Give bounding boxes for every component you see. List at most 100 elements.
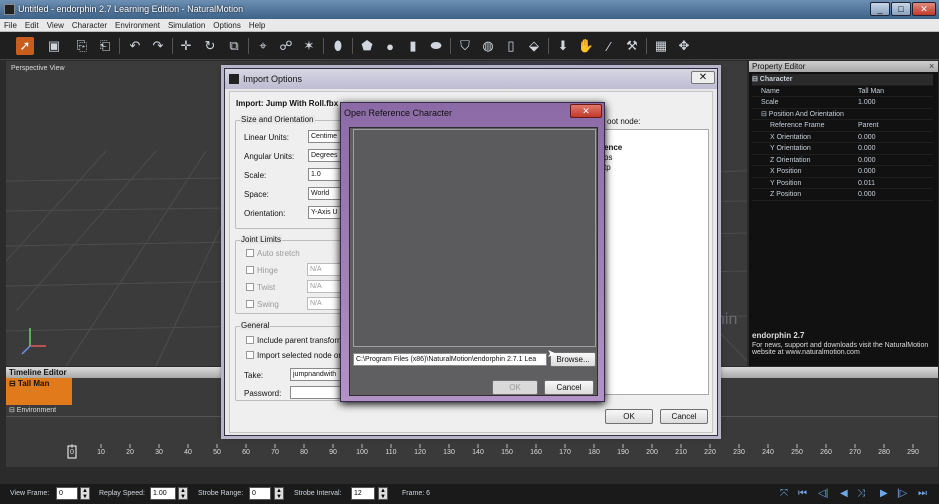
import-icon[interactable]: ⎘ xyxy=(73,37,91,55)
menu-view[interactable]: View xyxy=(43,19,68,32)
path-input[interactable]: C:\Program Files (x86)\NaturalMotion\end… xyxy=(353,353,547,366)
property-value[interactable]: 0.000 xyxy=(858,166,876,178)
property-row[interactable]: Name Tall Man xyxy=(752,86,933,98)
property-row[interactable]: Y Orientation 0.000 xyxy=(752,143,933,155)
globe-icon[interactable]: ◍ xyxy=(479,37,497,55)
property-row[interactable]: X Orientation 0.000 xyxy=(752,132,933,144)
step-forward-icon[interactable]: |▷ xyxy=(897,488,907,499)
strobe-range-spinner[interactable]: ▲ ▼ xyxy=(274,487,284,500)
cube-icon[interactable]: ⬙ xyxy=(525,37,543,55)
go-to-end-icon[interactable]: ⏭ xyxy=(918,488,927,499)
scale-input[interactable]: 1.0 xyxy=(308,168,342,181)
strobe-interval-input[interactable]: 12 xyxy=(351,487,375,500)
import-selected-checkbox[interactable] xyxy=(246,351,254,359)
property-row[interactable]: Z Position 0.000 xyxy=(752,189,933,201)
ref-cancel-button[interactable]: Cancel xyxy=(544,380,594,395)
cylinder-icon[interactable]: ▮ xyxy=(404,37,422,55)
ref-ok-button[interactable]: OK xyxy=(492,380,538,395)
property-row[interactable]: Y Position 0.011 xyxy=(752,178,933,190)
network-icon[interactable]: ✥ xyxy=(675,37,693,55)
hand-icon[interactable]: ✋ xyxy=(577,37,595,55)
auto-stretch-checkbox[interactable] xyxy=(246,249,254,257)
export-icon[interactable]: ⎗ xyxy=(96,37,114,55)
character-list[interactable] xyxy=(353,129,596,347)
timeline-ruler[interactable]: 0 10 20 30 40 50 60 70 80 90 100 110 120 130 140 150 160… xyxy=(60,444,930,464)
root-node-tree[interactable]: ence ps tp xyxy=(603,129,709,395)
simulate-icon[interactable]: ⤨ xyxy=(857,488,865,499)
character-icon[interactable]: ✶ xyxy=(300,37,318,55)
ref-dialog-close-button[interactable]: ✕ xyxy=(570,104,602,118)
arrow-down-icon[interactable]: ⬇ xyxy=(554,37,572,55)
take-select[interactable]: jumpnandwith xyxy=(290,368,342,381)
tree-item[interactable]: ence xyxy=(604,143,622,152)
password-input[interactable] xyxy=(290,386,342,399)
property-value[interactable]: 0.011 xyxy=(858,178,875,190)
panel-close-icon[interactable]: × xyxy=(929,61,934,71)
sphere-icon[interactable]: ● xyxy=(381,37,399,55)
twist-input[interactable]: N/A xyxy=(307,280,342,293)
property-value[interactable]: Tall Man xyxy=(858,86,884,98)
rotate-icon[interactable]: ↻ xyxy=(201,37,219,55)
hinge-input[interactable]: N/A xyxy=(307,263,342,276)
play-reverse-icon[interactable]: ◀ xyxy=(840,488,848,499)
box-icon[interactable]: ⬟ xyxy=(358,37,376,55)
property-value[interactable]: 0.000 xyxy=(858,143,876,155)
include-parent-checkbox[interactable] xyxy=(246,336,254,344)
tree-item[interactable]: tp xyxy=(604,163,611,172)
maximize-button[interactable]: □ xyxy=(891,2,911,16)
menu-help[interactable]: Help xyxy=(245,19,269,32)
timeline-character-track[interactable]: ⊟ Tall Man xyxy=(6,378,72,405)
capsule-icon[interactable]: ⬬ xyxy=(427,37,445,55)
property-value[interactable]: 0.000 xyxy=(858,189,876,201)
redo-icon[interactable]: ↷ xyxy=(149,37,167,55)
camera-icon[interactable]: ▦ xyxy=(652,37,670,55)
select-icon[interactable]: ➚ xyxy=(16,37,34,55)
import-dialog-close-button[interactable]: ✕ xyxy=(691,71,715,84)
close-button[interactable]: ✕ xyxy=(912,2,936,16)
shield-icon[interactable]: ⛉ xyxy=(456,37,474,55)
hinge-checkbox[interactable] xyxy=(246,266,254,274)
orientation-select[interactable]: Y-Axis U xyxy=(308,206,342,219)
tree-item[interactable]: ps xyxy=(604,153,612,162)
menu-edit[interactable]: Edit xyxy=(21,19,43,32)
column-icon[interactable]: ▯ xyxy=(502,37,520,55)
property-row[interactable]: Reference Frame Parent xyxy=(752,120,933,132)
menu-environment[interactable]: Environment xyxy=(111,19,164,32)
menu-simulation[interactable]: Simulation xyxy=(164,19,209,32)
menu-file[interactable]: File xyxy=(0,19,21,32)
view-frame-spinner[interactable]: ▲ ▼ xyxy=(80,487,90,500)
twist-checkbox[interactable] xyxy=(246,283,254,291)
move-icon[interactable]: ✛ xyxy=(177,37,195,55)
go-to-start-icon[interactable]: ⏮ xyxy=(798,488,807,499)
property-value[interactable]: Parent xyxy=(858,120,879,132)
menu-character[interactable]: Character xyxy=(68,19,111,32)
brush-icon[interactable]: ⁄ xyxy=(600,37,618,55)
swing-checkbox[interactable] xyxy=(246,300,254,308)
play-icon[interactable]: ▶ xyxy=(880,488,888,499)
replay-speed-input[interactable]: 1.00 xyxy=(150,487,176,500)
import-ok-button[interactable]: OK xyxy=(605,409,653,424)
undo-icon[interactable]: ↶ xyxy=(126,37,144,55)
swing-input[interactable]: N/A xyxy=(307,297,342,310)
property-value[interactable]: 0.000 xyxy=(858,132,876,144)
body-icon[interactable]: ⬮ xyxy=(329,37,347,55)
view-frame-input[interactable]: 0 xyxy=(56,487,78,500)
scale-icon[interactable]: ⧉ xyxy=(225,37,243,55)
strobe-range-input[interactable]: 0 xyxy=(249,487,271,500)
property-row[interactable]: ⊟ Position And Orientation xyxy=(752,109,933,120)
property-value[interactable]: 0.000 xyxy=(858,155,876,167)
import-cancel-button[interactable]: Cancel xyxy=(660,409,708,424)
joint-icon[interactable]: ⌖ xyxy=(254,37,272,55)
replay-speed-spinner[interactable]: ▲ ▼ xyxy=(178,487,188,500)
browse-button[interactable]: Browse... xyxy=(550,352,596,367)
linear-units-select[interactable]: Centime xyxy=(308,130,342,143)
step-back-icon[interactable]: ◁| xyxy=(818,488,828,499)
property-row[interactable]: X Position 0.000 xyxy=(752,166,933,178)
property-value[interactable]: 1.000 xyxy=(858,97,876,109)
strobe-interval-spinner[interactable]: ▲ ▼ xyxy=(378,487,388,500)
property-row[interactable]: Z Orientation 0.000 xyxy=(752,155,933,167)
pose-icon[interactable]: ☍ xyxy=(277,37,295,55)
property-row[interactable]: ⊟ Character xyxy=(752,74,933,86)
save-icon[interactable]: ▣ xyxy=(45,37,63,55)
menu-options[interactable]: Options xyxy=(209,19,245,32)
